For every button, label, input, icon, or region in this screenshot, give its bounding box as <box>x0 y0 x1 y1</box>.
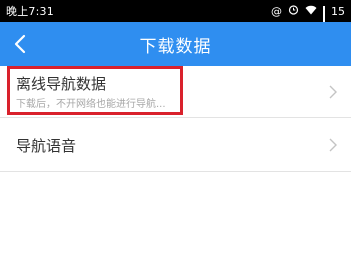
list-item-title: 导航语音 <box>16 137 77 155</box>
status-icons: @ 15 <box>271 4 345 40</box>
signal-icon <box>323 6 325 40</box>
chevron-right-icon <box>329 85 337 99</box>
alarm-icon <box>288 4 299 18</box>
title-bar: 下载数据 <box>0 22 351 66</box>
list-item-navigation-voice[interactable]: 导航语音 <box>0 118 351 172</box>
list-item-subtitle: 下载后，不开网络也能进行导航... <box>16 99 166 110</box>
status-time: 晚上7:31 <box>6 5 54 18</box>
chevron-right-icon <box>329 138 337 152</box>
chevron-left-icon <box>14 34 26 54</box>
list-item-title: 离线导航数据 <box>16 75 107 93</box>
status-bar: 晚上7:31 @ 15 <box>0 0 351 40</box>
back-button[interactable] <box>6 30 34 58</box>
battery-level: 15 <box>331 4 345 18</box>
list-item-offline-navigation-data[interactable]: 离线导航数据 下载后，不开网络也能进行导航... <box>0 66 351 118</box>
download-list: 离线导航数据 下载后，不开网络也能进行导航... 导航语音 <box>0 66 351 172</box>
at-icon: @ <box>271 4 282 18</box>
page-title: 下载数据 <box>139 36 212 57</box>
wifi-icon <box>305 5 317 18</box>
